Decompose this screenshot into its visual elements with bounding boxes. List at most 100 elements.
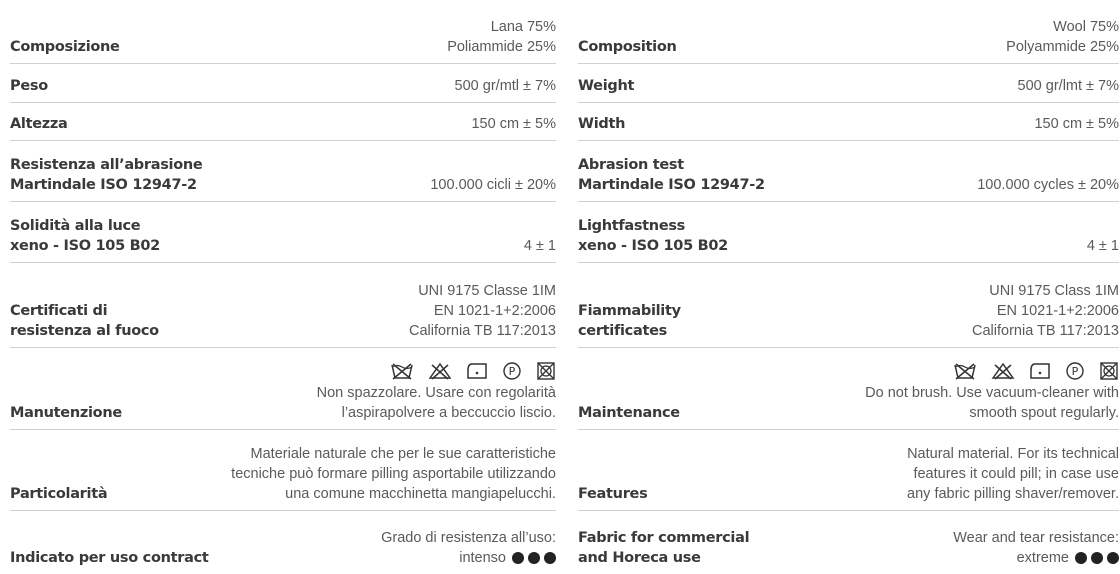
features-value: Materiale naturale che per le sue caratt… — [231, 444, 556, 510]
fire-label: Fiammability certificates — [578, 301, 681, 347]
use-row: Fabric for commercial and Horeca use Wea… — [578, 511, 1119, 574]
fire-label-line-1: Fiammability — [578, 303, 681, 319]
fire-label-line-2: resistenza al fuoco — [10, 323, 159, 339]
composition-label: Composition — [578, 39, 677, 55]
resistance-dot — [512, 552, 524, 565]
fire-label: Certificati di resistenza al fuoco — [10, 301, 159, 347]
fire-row: Fiammability certificates UNI 9175 Class… — [578, 263, 1119, 348]
fire-line-1: UNI 9175 Class 1IM — [989, 283, 1119, 299]
features-line-2: tecniche può formare pilling asportabile… — [231, 466, 556, 482]
abrasion-label: Abrasion test Martindale ISO 12947-2 — [578, 155, 765, 201]
features-line-3: any fabric pilling shaver/remover. — [907, 486, 1119, 502]
maintenance-label: Maintenance — [578, 405, 680, 421]
resistance-level-text: extreme — [1016, 550, 1069, 566]
fire-line-1: UNI 9175 Classe 1IM — [418, 283, 556, 299]
abrasion-row: Resistenza all’abrasione Martindale ISO … — [10, 141, 556, 202]
use-line-2: intenso — [381, 548, 556, 568]
abrasion-value: 100.000 cycles ± 20% — [977, 177, 1119, 193]
do-not-wet-clean-icon — [1100, 362, 1118, 380]
lightfastness-label-line-1: Lightfastness — [578, 218, 686, 234]
resistance-dot — [1107, 552, 1119, 565]
abrasion-label-line-2: Martindale ISO 12947-2 — [578, 177, 765, 193]
fire-value: UNI 9175 Class 1IM EN 1021-1+2:2006 Cali… — [972, 281, 1119, 347]
features-value: Natural material. For its technical feat… — [907, 444, 1119, 510]
do-not-wash-icon — [391, 363, 413, 380]
maintenance-row: Manutenzione P Non spazzolare. Usare con… — [10, 348, 556, 430]
maintenance-line-1: Do not brush. Use vacuum-cleaner with — [865, 385, 1119, 401]
composition-value: Wool 75% Polyammide 25% — [1006, 17, 1119, 63]
lightfastness-row: Solidità alla luce xeno - ISO 105 B02 4 … — [10, 202, 556, 263]
maintenance-value: P Do not brush. Use vacuum-cleaner with … — [865, 361, 1119, 429]
abrasion-label-line-1: Abrasion test — [578, 157, 684, 173]
do-not-wet-clean-icon — [537, 362, 555, 380]
abrasion-label-line-2: Martindale ISO 12947-2 — [10, 177, 197, 193]
use-value: Wear and tear resistance: extreme — [953, 528, 1119, 574]
weight-value: 500 gr/mtl ± 7% — [454, 78, 556, 94]
maintenance-line-2: l’aspirapolvere a beccuccio liscio. — [341, 405, 556, 421]
fire-label-line-2: certificates — [578, 323, 667, 339]
abrasion-label: Resistenza all’abrasione Martindale ISO … — [10, 155, 203, 201]
use-label-line-1: Fabric for commercial — [578, 530, 750, 546]
features-line-3: una comune macchinetta mangiapelucchi. — [285, 486, 556, 502]
resistance-dot — [544, 552, 556, 565]
do-not-bleach-icon — [991, 362, 1015, 380]
use-line-1: Wear and tear resistance: — [953, 530, 1119, 546]
fire-line-2: EN 1021-1+2:2006 — [433, 303, 556, 319]
resistance-dots — [1075, 552, 1119, 565]
resistance-dots — [512, 552, 556, 565]
use-label: Indicato per uso contract — [10, 548, 209, 574]
features-label: Features — [578, 486, 648, 502]
do-not-tumble-dry-icon — [467, 363, 487, 379]
fire-line-2: EN 1021-1+2:2006 — [996, 303, 1119, 319]
composition-line-2: Poliammide 25% — [447, 39, 556, 55]
lightfastness-label: Lightfastness xeno - ISO 105 B02 — [578, 216, 728, 262]
lightfastness-label-line-1: Solidità alla luce — [10, 218, 141, 234]
use-label: Fabric for commercial and Horeca use — [578, 528, 750, 574]
weight-label: Peso — [10, 78, 48, 94]
maintenance-label: Manutenzione — [10, 405, 122, 421]
use-label-line-2: and Horeca use — [578, 550, 701, 566]
composition-line-2: Polyammide 25% — [1006, 39, 1119, 55]
use-line-2: extreme — [953, 548, 1119, 568]
weight-row: Peso 500 gr/mtl ± 7% — [10, 64, 556, 103]
lightfastness-value: 4 ± 1 — [523, 238, 556, 254]
dry-clean-p-icon: P — [503, 362, 521, 380]
lightfastness-value: 4 ± 1 — [1086, 238, 1119, 254]
weight-label: Weight — [578, 78, 635, 94]
dry-clean-p-icon: P — [1066, 362, 1084, 380]
abrasion-label-line-1: Resistenza all’abrasione — [10, 157, 203, 173]
fire-line-3: California TB 117:2013 — [972, 323, 1119, 339]
svg-text:P: P — [1072, 365, 1079, 378]
features-row: Particolarità Materiale naturale che per… — [10, 430, 556, 511]
features-row: Features Natural material. For its techn… — [578, 430, 1119, 511]
use-line-1: Grado di resistenza all’uso: — [381, 530, 556, 546]
care-symbols: P — [865, 361, 1119, 381]
abrasion-value: 100.000 cicli ± 20% — [430, 177, 556, 193]
maintenance-value: P Non spazzolare. Usare con regolarità l… — [317, 361, 556, 429]
width-row: Width 150 cm ± 5% — [578, 103, 1119, 141]
maintenance-line-1: Non spazzolare. Usare con regolarità — [316, 385, 556, 401]
width-value: 150 cm ± 5% — [471, 116, 556, 132]
fire-label-line-1: Certificati di — [10, 303, 108, 319]
features-line-1: Natural material. For its technical — [907, 446, 1119, 462]
composition-line-1: Lana 75% — [490, 19, 556, 35]
do-not-bleach-icon — [428, 362, 452, 380]
italian-spec-table: Composizione Lana 75% Poliammide 25% Pes… — [10, 0, 556, 574]
lightfastness-row: Lightfastness xeno - ISO 105 B02 4 ± 1 — [578, 202, 1119, 263]
width-row: Altezza 150 cm ± 5% — [10, 103, 556, 141]
width-label: Altezza — [10, 116, 68, 132]
care-symbols: P — [317, 361, 556, 381]
resistance-level-text: intenso — [459, 550, 506, 566]
svg-text:P: P — [509, 365, 516, 378]
features-label: Particolarità — [10, 486, 108, 502]
maintenance-row: Maintenance P Do not brush. Use vacuum-c… — [578, 348, 1119, 430]
do-not-wash-icon — [954, 363, 976, 380]
features-line-2: features it could pill; in case use — [913, 466, 1119, 482]
abrasion-row: Abrasion test Martindale ISO 12947-2 100… — [578, 141, 1119, 202]
width-value: 150 cm ± 5% — [1034, 116, 1119, 132]
features-line-1: Materiale naturale che per le sue caratt… — [250, 446, 556, 462]
fire-value: UNI 9175 Classe 1IM EN 1021-1+2:2006 Cal… — [409, 281, 556, 347]
composition-line-1: Wool 75% — [1053, 19, 1119, 35]
use-row: Indicato per uso contract Grado di resis… — [10, 511, 556, 574]
composition-row: Composizione Lana 75% Poliammide 25% — [10, 0, 556, 64]
